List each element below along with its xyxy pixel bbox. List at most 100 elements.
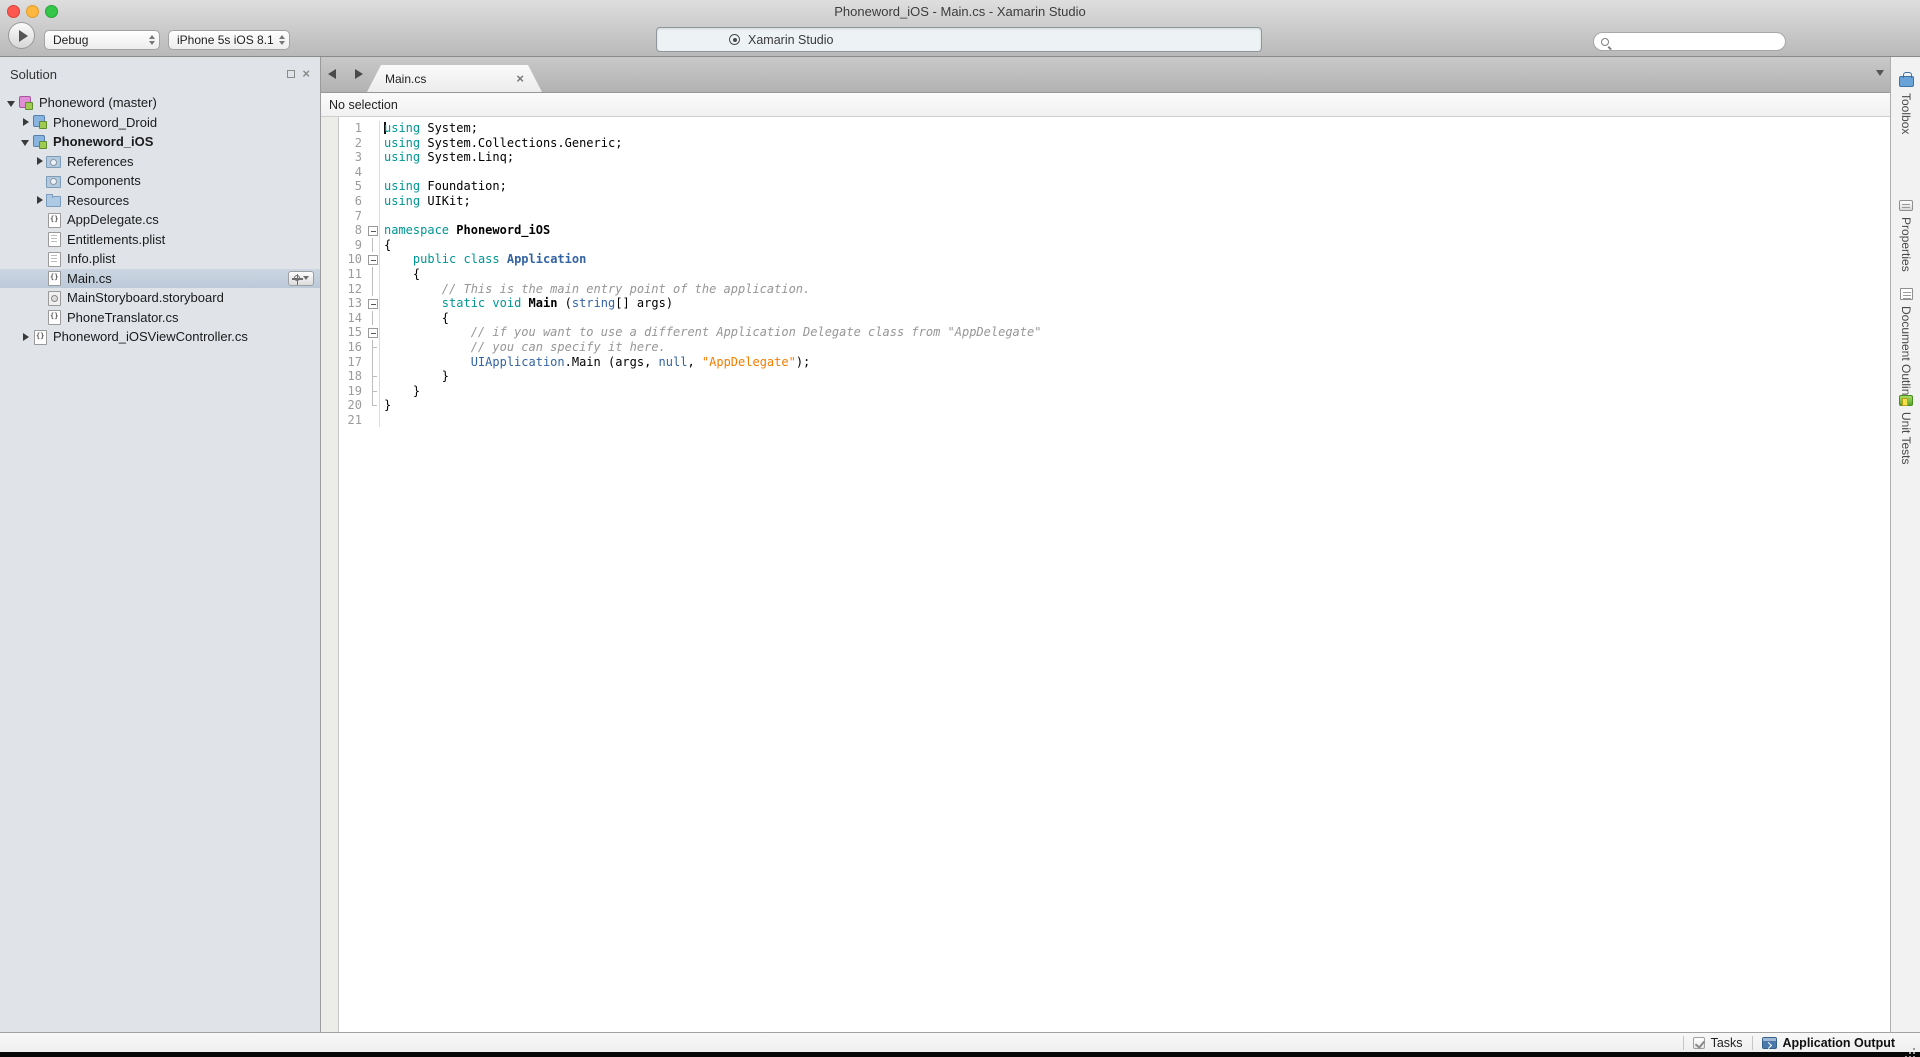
tree-item-appdelegate-cs[interactable]: AppDelegate.cs [0,210,320,230]
code-line[interactable]: 13 static void Main (string[] args) [339,296,1890,311]
code-line[interactable]: 4 [339,165,1890,180]
code-line[interactable]: 10 public class Application [339,252,1890,267]
code-line[interactable]: 1using System; [339,121,1890,136]
device-dropdown[interactable]: iPhone 5s iOS 8.1 [168,30,290,50]
titlebar[interactable]: Phoneword_iOS - Main.cs - Xamarin Studio [0,0,1920,22]
code-line[interactable]: 9{ [339,238,1890,253]
tree-item-label: Components [67,173,141,188]
line-number: 1 [339,121,367,136]
configuration-dropdown[interactable]: Debug [44,30,160,50]
tab-list-dropdown-icon[interactable] [1876,70,1884,76]
expander-closed-icon[interactable] [34,153,46,169]
code-line[interactable]: 21 [339,413,1890,428]
dock-tab-document-outline[interactable]: Document Outline [1891,288,1920,402]
code-line[interactable]: 3using System.Linq; [339,150,1890,165]
code-text [380,165,384,180]
solution-pad-header: Solution × [0,57,320,91]
tree-item-phonetranslator-cs[interactable]: PhoneTranslator.cs [0,308,320,328]
code-line[interactable]: 20} [339,398,1890,413]
line-number: 10 [339,252,367,267]
tree-item-phoneword-droid[interactable]: Phoneword_Droid [0,113,320,133]
code-line[interactable]: 14 { [339,311,1890,326]
tree-item-main-cs[interactable]: Main.cs [0,269,320,289]
tree-item-phoneword-master[interactable]: Phoneword (master) [0,93,320,113]
tree-item-label: Entitlements.plist [67,232,165,247]
fold-toggle-icon[interactable] [367,296,380,311]
fold-margin [367,150,380,165]
tree-item-phoneword-iosviewcontroller-cs[interactable]: Phoneword_iOSViewController.cs [0,327,320,347]
item-options-button[interactable] [288,271,314,286]
code-line[interactable]: 5using Foundation; [339,179,1890,194]
fold-toggle-icon[interactable] [367,252,380,267]
status-display[interactable]: Xamarin Studio [656,27,1262,52]
line-number: 17 [339,355,367,370]
code-text [380,209,384,224]
fold-toggle-icon[interactable] [367,223,380,238]
expander-spacer [34,212,46,228]
fold-toggle-icon[interactable] [367,325,380,340]
tree-item-components[interactable]: Components [0,171,320,191]
expander-open-icon[interactable] [6,95,18,111]
tree-item-mainstoryboard-storyboard[interactable]: MainStoryboard.storyboard [0,288,320,308]
navigate-back-button[interactable] [327,67,339,81]
solution-icon [18,95,34,111]
tree-item-info-plist[interactable]: Info.plist [0,249,320,269]
expander-open-icon[interactable] [20,134,32,150]
expander-closed-icon[interactable] [20,114,32,130]
code-line[interactable]: 19 } [339,384,1890,399]
code-editor[interactable]: 1using System;2using System.Collections.… [321,117,1890,1032]
folder-icon [46,192,62,208]
close-pad-icon[interactable]: × [302,69,310,79]
cs-icon [46,270,62,286]
line-number: 12 [339,282,367,297]
expander-spacer [34,251,46,267]
dock-tab-properties[interactable]: Properties [1891,200,1920,272]
line-number: 21 [339,413,367,428]
line-number: 15 [339,325,367,340]
code-line[interactable]: 16 // you can specify it here. [339,340,1890,355]
code-text [380,413,384,428]
auto-hide-icon[interactable] [287,70,295,78]
play-icon [19,30,28,42]
solution-pad-title: Solution [10,67,57,82]
code-line[interactable]: 7 [339,209,1890,224]
tree-item-label: Phoneword_iOSViewController.cs [53,329,248,344]
code-text: static void Main (string[] args) [380,296,673,311]
search-input[interactable] [1614,35,1777,49]
code-text: UIApplication.Main (args, null, "AppDele… [380,355,810,370]
line-number: 5 [339,179,367,194]
resize-grip[interactable] [1905,1040,1917,1052]
expander-closed-icon[interactable] [34,192,46,208]
run-button[interactable] [8,22,35,49]
tree-item-resources[interactable]: Resources [0,191,320,211]
tree-item-references[interactable]: References [0,152,320,172]
tree-item-label: Resources [67,193,129,208]
close-tab-icon[interactable]: × [516,74,524,84]
line-number: 11 [339,267,367,282]
tree-item-label: References [67,154,133,169]
tree-item-entitlements-plist[interactable]: Entitlements.plist [0,230,320,250]
code-line[interactable]: 17 UIApplication.Main (args, null, "AppD… [339,355,1890,370]
code-lines: 1using System;2using System.Collections.… [339,117,1890,1032]
navigate-forward-button[interactable] [353,67,365,81]
code-line[interactable]: 11 { [339,267,1890,282]
fold-margin [367,282,380,297]
code-line[interactable]: 12 // This is the main entry point of th… [339,282,1890,297]
code-line[interactable]: 18 } [339,369,1890,384]
code-line[interactable]: 15 // if you want to use a different App… [339,325,1890,340]
code-text: // you can specify it here. [380,340,666,355]
code-line[interactable]: 6using UIKit; [339,194,1890,209]
tab-main-cs[interactable]: Main.cs × [367,65,542,92]
tree-item-phoneword-ios[interactable]: Phoneword_iOS [0,132,320,152]
application-output-button[interactable]: Application Output [1762,1036,1895,1050]
code-line[interactable]: 2using System.Collections.Generic; [339,136,1890,151]
expander-closed-icon[interactable] [20,329,32,345]
search-box[interactable] [1593,32,1786,51]
dock-tab-toolbox[interactable]: Toolbox [1891,71,1920,134]
code-line[interactable]: 8namespace Phoneword_iOS [339,223,1890,238]
gear-icon [294,275,300,281]
code-text: using System.Linq; [380,150,514,165]
dock-tab-unit-tests[interactable]: Unit Tests [1891,395,1920,464]
code-text: // This is the main entry point of the a… [380,282,810,297]
tasks-button[interactable]: Tasks [1693,1036,1743,1050]
